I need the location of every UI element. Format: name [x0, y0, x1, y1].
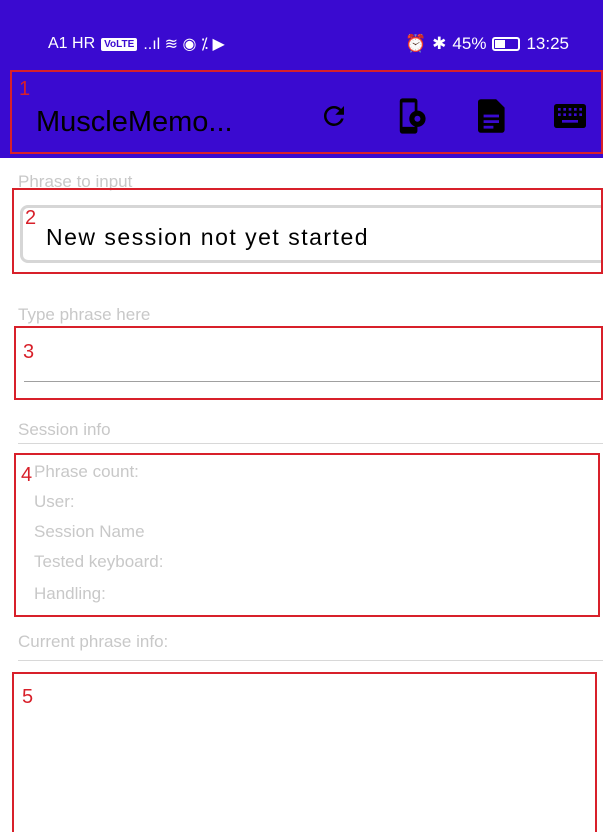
current-phrase-divider	[18, 660, 603, 661]
annotation-number-1: 1	[19, 78, 31, 100]
battery-percent: 45%	[452, 34, 487, 53]
annotation-box-5	[12, 672, 597, 832]
status-icons: ..ıl ≋ ◉ ⁒ ▶	[143, 36, 225, 53]
volte-badge: VoLTE	[101, 37, 138, 51]
alarm-icon: ⏰	[405, 34, 427, 53]
clock: 13:25	[526, 34, 569, 53]
status-left: A1 HR VoLTE ..ıl ≋ ◉ ⁒ ▶	[48, 34, 225, 54]
status-bar: A1 HR VoLTE ..ıl ≋ ◉ ⁒ ▶ ⏰ ✱ 45% 13:25	[0, 0, 603, 68]
carrier-name: A1 HR	[48, 35, 96, 52]
annotation-box-1	[10, 70, 603, 154]
annotation-box-2	[12, 188, 603, 274]
annotation-number-5: 5	[22, 686, 34, 708]
annotation-box-3	[14, 326, 603, 400]
annotation-number-3: 3	[23, 341, 35, 363]
battery-icon	[492, 37, 521, 51]
session-info-label: Session info	[18, 420, 111, 439]
bluetooth-icon: ✱	[432, 34, 447, 53]
current-phrase-label: Current phrase info:	[18, 632, 169, 651]
status-right: ⏰ ✱ 45% 13:25	[405, 34, 569, 54]
annotation-number-2: 2	[25, 207, 37, 229]
type-phrase-label: Type phrase here	[18, 305, 151, 324]
session-divider	[18, 443, 603, 444]
annotation-number-4: 4	[21, 464, 33, 486]
annotation-box-4	[14, 453, 600, 617]
